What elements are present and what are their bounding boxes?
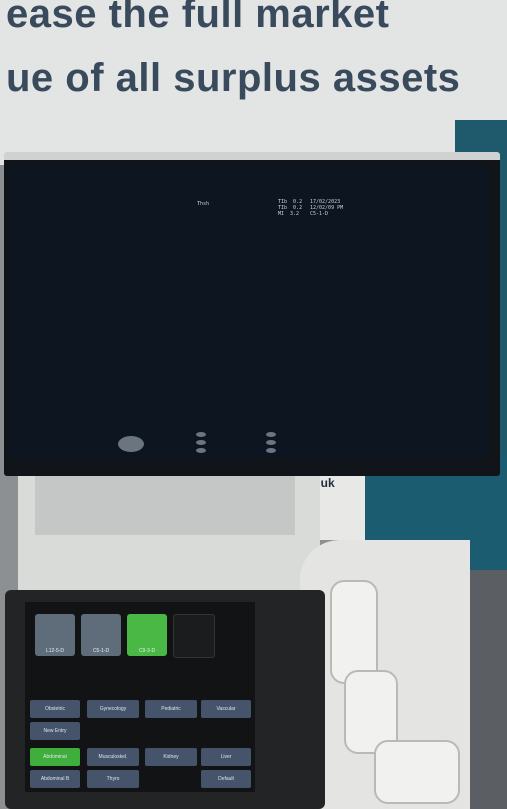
preset-gynecology-button[interactable]: Gynecology: [87, 700, 139, 718]
preset-vascular-button[interactable]: Vascular: [201, 700, 251, 718]
preset-abdominal-b-button[interactable]: Abdominal B: [30, 770, 80, 788]
probe-holder-3: [374, 740, 460, 804]
monitor: Thsh TIb 0.2 TIb 0.2 MI 3.2 17/02/2023 1…: [4, 152, 500, 476]
control-panel: L12-5-D C5-1-D C9-3-D Obstetric Gynecolo…: [5, 590, 325, 809]
monitor-dial-icon: [266, 448, 276, 453]
banner: ease the full market ue of all surplus a…: [0, 0, 507, 165]
probe-label: L12-5-D: [45, 648, 65, 654]
probe-tile-3[interactable]: C9-3-D: [127, 614, 167, 656]
banner-line-2: ue of all surplus assets: [6, 56, 461, 100]
preset-musculoskel-button[interactable]: Musculoskel.: [87, 748, 139, 766]
preset-pediatric-button[interactable]: Pediatric: [145, 700, 197, 718]
monitor-dial-icon: [196, 448, 206, 453]
preset-abdominal-button[interactable]: Abdominal: [30, 748, 80, 766]
new-entry-button[interactable]: New Entry: [30, 722, 80, 740]
monitor-screen: Thsh TIb 0.2 TIb 0.2 MI 3.2 17/02/2023 1…: [10, 166, 488, 458]
banner-line-1: ease the full market: [6, 0, 390, 36]
default-button[interactable]: Default: [201, 770, 251, 788]
probe-tile-2[interactable]: C5-1-D: [81, 614, 121, 656]
probe-tile-empty[interactable]: [173, 614, 215, 658]
monitor-dial-icon: [196, 440, 206, 445]
probe-holder-1: [330, 580, 378, 684]
monitor-header-info: 17/02/2023 12/02/09 PM C5-1-D: [310, 199, 344, 217]
probe-label: C9-3-D: [138, 648, 156, 654]
preset-liver-button[interactable]: Liver: [201, 748, 251, 766]
probe-holder-arm: [300, 540, 470, 809]
monitor-dial-icon: [266, 440, 276, 445]
probe-tile-1[interactable]: L12-5-D: [35, 614, 75, 656]
preset-obstetric-button[interactable]: Obstetric: [30, 700, 80, 718]
preset-thyro-button[interactable]: Thyro: [87, 770, 139, 788]
monitor-dial-icon: [266, 432, 276, 437]
stand-shadow: [35, 475, 295, 535]
probe-label: C5-1-D: [92, 648, 110, 654]
monitor-header-params: TIb 0.2 TIb 0.2 MI 3.2: [278, 199, 303, 217]
monitor-home-icon: [118, 436, 144, 452]
touch-screen: L12-5-D C5-1-D C9-3-D Obstetric Gynecolo…: [25, 602, 255, 792]
monitor-dial-icon: [196, 432, 206, 437]
preset-kidney-button[interactable]: Kidney: [145, 748, 197, 766]
monitor-header-center: Thsh: [197, 201, 210, 207]
